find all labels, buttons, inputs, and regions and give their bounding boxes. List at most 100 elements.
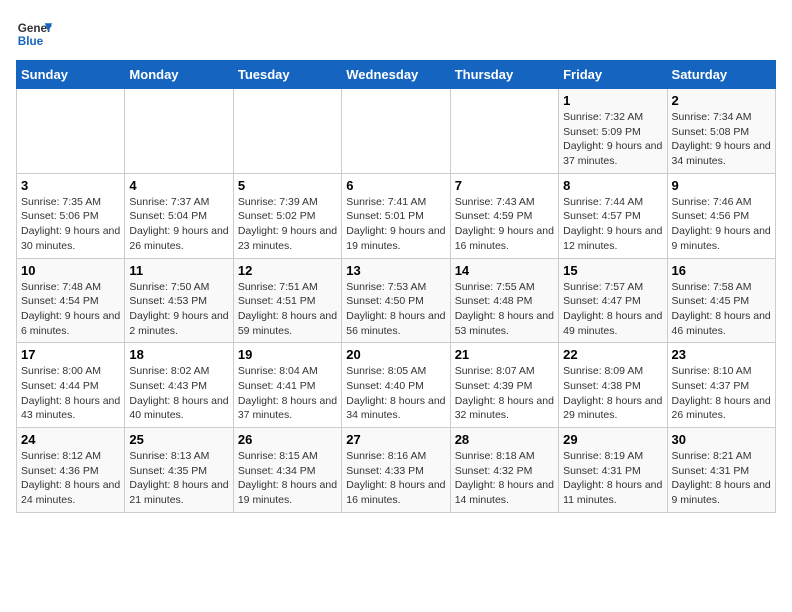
header-saturday: Saturday <box>667 61 775 89</box>
day-cell: 10 Sunrise: 7:48 AM Sunset: 4:54 PM Dayli… <box>17 258 125 343</box>
day-cell: 9 Sunrise: 7:46 AM Sunset: 4:56 PM Daylig… <box>667 173 775 258</box>
day-info: Sunrise: 7:57 AM Sunset: 4:47 PM Dayligh… <box>563 280 662 339</box>
day-number: 20 <box>346 347 445 362</box>
day-info: Sunrise: 7:55 AM Sunset: 4:48 PM Dayligh… <box>455 280 554 339</box>
day-number: 1 <box>563 93 662 108</box>
header-friday: Friday <box>559 61 667 89</box>
day-info: Sunrise: 7:48 AM Sunset: 4:54 PM Dayligh… <box>21 280 120 339</box>
day-cell: 3 Sunrise: 7:35 AM Sunset: 5:06 PM Daylig… <box>17 173 125 258</box>
day-number: 28 <box>455 432 554 447</box>
day-cell: 30Sunrise: 8:21 AM Sunset: 4:31 PM Dayli… <box>667 428 775 513</box>
day-cell: 24 Sunrise: 8:12 AM Sunset: 4:36 PM Dayli… <box>17 428 125 513</box>
day-number: 10 <box>21 263 120 278</box>
day-number: 12 <box>238 263 337 278</box>
day-info: Sunrise: 8:07 AM Sunset: 4:39 PM Dayligh… <box>455 364 554 423</box>
day-info: Sunrise: 7:37 AM Sunset: 5:04 PM Dayligh… <box>129 195 228 254</box>
day-info: Sunrise: 7:34 AM Sunset: 5:08 PM Dayligh… <box>672 110 771 169</box>
day-number: 23 <box>672 347 771 362</box>
day-cell: 11 Sunrise: 7:50 AM Sunset: 4:53 PM Dayli… <box>125 258 233 343</box>
day-cell: 23Sunrise: 8:10 AM Sunset: 4:37 PM Dayli… <box>667 343 775 428</box>
day-cell <box>450 89 558 174</box>
day-number: 15 <box>563 263 662 278</box>
day-cell: 13Sunrise: 7:53 AM Sunset: 4:50 PM Dayli… <box>342 258 450 343</box>
day-info: Sunrise: 8:15 AM Sunset: 4:34 PM Dayligh… <box>238 449 337 508</box>
day-cell: 26 Sunrise: 8:15 AM Sunset: 4:34 PM Dayli… <box>233 428 341 513</box>
day-cell: 12Sunrise: 7:51 AM Sunset: 4:51 PM Dayli… <box>233 258 341 343</box>
day-cell: 2 Sunrise: 7:34 AM Sunset: 5:08 PM Daylig… <box>667 89 775 174</box>
day-info: Sunrise: 7:32 AM Sunset: 5:09 PM Dayligh… <box>563 110 662 169</box>
day-number: 7 <box>455 178 554 193</box>
day-number: 21 <box>455 347 554 362</box>
day-number: 5 <box>238 178 337 193</box>
day-number: 18 <box>129 347 228 362</box>
day-number: 2 <box>672 93 771 108</box>
header-row: SundayMondayTuesdayWednesdayThursdayFrid… <box>17 61 776 89</box>
day-info: Sunrise: 8:18 AM Sunset: 4:32 PM Dayligh… <box>455 449 554 508</box>
day-cell: 6 Sunrise: 7:41 AM Sunset: 5:01 PM Daylig… <box>342 173 450 258</box>
day-info: Sunrise: 8:04 AM Sunset: 4:41 PM Dayligh… <box>238 364 337 423</box>
day-number: 29 <box>563 432 662 447</box>
day-cell: 28 Sunrise: 8:18 AM Sunset: 4:32 PM Dayli… <box>450 428 558 513</box>
day-info: Sunrise: 8:12 AM Sunset: 4:36 PM Dayligh… <box>21 449 120 508</box>
day-cell <box>17 89 125 174</box>
day-number: 19 <box>238 347 337 362</box>
day-cell <box>342 89 450 174</box>
day-cell: 17 Sunrise: 8:00 AM Sunset: 4:44 PM Dayli… <box>17 343 125 428</box>
day-info: Sunrise: 7:43 AM Sunset: 4:59 PM Dayligh… <box>455 195 554 254</box>
day-number: 9 <box>672 178 771 193</box>
day-cell: 22 Sunrise: 8:09 AM Sunset: 4:38 PM Dayli… <box>559 343 667 428</box>
day-cell: 18 Sunrise: 8:02 AM Sunset: 4:43 PM Dayli… <box>125 343 233 428</box>
week-row-4: 17 Sunrise: 8:00 AM Sunset: 4:44 PM Dayli… <box>17 343 776 428</box>
header-tuesday: Tuesday <box>233 61 341 89</box>
svg-text:Blue: Blue <box>18 35 44 48</box>
day-cell: 5 Sunrise: 7:39 AM Sunset: 5:02 PM Daylig… <box>233 173 341 258</box>
day-cell: 7 Sunrise: 7:43 AM Sunset: 4:59 PM Daylig… <box>450 173 558 258</box>
day-info: Sunrise: 7:41 AM Sunset: 5:01 PM Dayligh… <box>346 195 445 254</box>
day-number: 6 <box>346 178 445 193</box>
day-cell: 15 Sunrise: 7:57 AM Sunset: 4:47 PM Dayli… <box>559 258 667 343</box>
day-number: 8 <box>563 178 662 193</box>
day-info: Sunrise: 7:35 AM Sunset: 5:06 PM Dayligh… <box>21 195 120 254</box>
day-number: 3 <box>21 178 120 193</box>
day-info: Sunrise: 8:02 AM Sunset: 4:43 PM Dayligh… <box>129 364 228 423</box>
calendar-table: SundayMondayTuesdayWednesdayThursdayFrid… <box>16 60 776 513</box>
day-info: Sunrise: 8:13 AM Sunset: 4:35 PM Dayligh… <box>129 449 228 508</box>
day-number: 26 <box>238 432 337 447</box>
day-number: 4 <box>129 178 228 193</box>
day-info: Sunrise: 7:50 AM Sunset: 4:53 PM Dayligh… <box>129 280 228 339</box>
logo-icon: General Blue <box>16 16 52 52</box>
header-monday: Monday <box>125 61 233 89</box>
header-thursday: Thursday <box>450 61 558 89</box>
day-info: Sunrise: 7:46 AM Sunset: 4:56 PM Dayligh… <box>672 195 771 254</box>
day-cell: 8 Sunrise: 7:44 AM Sunset: 4:57 PM Daylig… <box>559 173 667 258</box>
day-info: Sunrise: 7:58 AM Sunset: 4:45 PM Dayligh… <box>672 280 771 339</box>
day-cell: 16 Sunrise: 7:58 AM Sunset: 4:45 PM Dayli… <box>667 258 775 343</box>
day-number: 17 <box>21 347 120 362</box>
day-info: Sunrise: 8:05 AM Sunset: 4:40 PM Dayligh… <box>346 364 445 423</box>
day-number: 11 <box>129 263 228 278</box>
day-info: Sunrise: 8:19 AM Sunset: 4:31 PM Dayligh… <box>563 449 662 508</box>
day-info: Sunrise: 7:53 AM Sunset: 4:50 PM Dayligh… <box>346 280 445 339</box>
day-cell: 25Sunrise: 8:13 AM Sunset: 4:35 PM Dayli… <box>125 428 233 513</box>
day-number: 16 <box>672 263 771 278</box>
day-cell: 4 Sunrise: 7:37 AM Sunset: 5:04 PM Daylig… <box>125 173 233 258</box>
day-info: Sunrise: 7:39 AM Sunset: 5:02 PM Dayligh… <box>238 195 337 254</box>
day-info: Sunrise: 7:44 AM Sunset: 4:57 PM Dayligh… <box>563 195 662 254</box>
day-cell: 21 Sunrise: 8:07 AM Sunset: 4:39 PM Dayli… <box>450 343 558 428</box>
day-number: 27 <box>346 432 445 447</box>
week-row-2: 3 Sunrise: 7:35 AM Sunset: 5:06 PM Daylig… <box>17 173 776 258</box>
day-number: 24 <box>21 432 120 447</box>
week-row-1: 1 Sunrise: 7:32 AM Sunset: 5:09 PM Daylig… <box>17 89 776 174</box>
day-info: Sunrise: 8:09 AM Sunset: 4:38 PM Dayligh… <box>563 364 662 423</box>
day-cell <box>125 89 233 174</box>
logo: General Blue <box>16 16 52 52</box>
week-row-3: 10 Sunrise: 7:48 AM Sunset: 4:54 PM Dayli… <box>17 258 776 343</box>
day-cell: 27 Sunrise: 8:16 AM Sunset: 4:33 PM Dayli… <box>342 428 450 513</box>
header-sunday: Sunday <box>17 61 125 89</box>
day-info: Sunrise: 8:16 AM Sunset: 4:33 PM Dayligh… <box>346 449 445 508</box>
day-number: 22 <box>563 347 662 362</box>
day-cell <box>233 89 341 174</box>
day-cell: 19 Sunrise: 8:04 AM Sunset: 4:41 PM Dayli… <box>233 343 341 428</box>
day-info: Sunrise: 8:00 AM Sunset: 4:44 PM Dayligh… <box>21 364 120 423</box>
day-cell: 14Sunrise: 7:55 AM Sunset: 4:48 PM Dayli… <box>450 258 558 343</box>
